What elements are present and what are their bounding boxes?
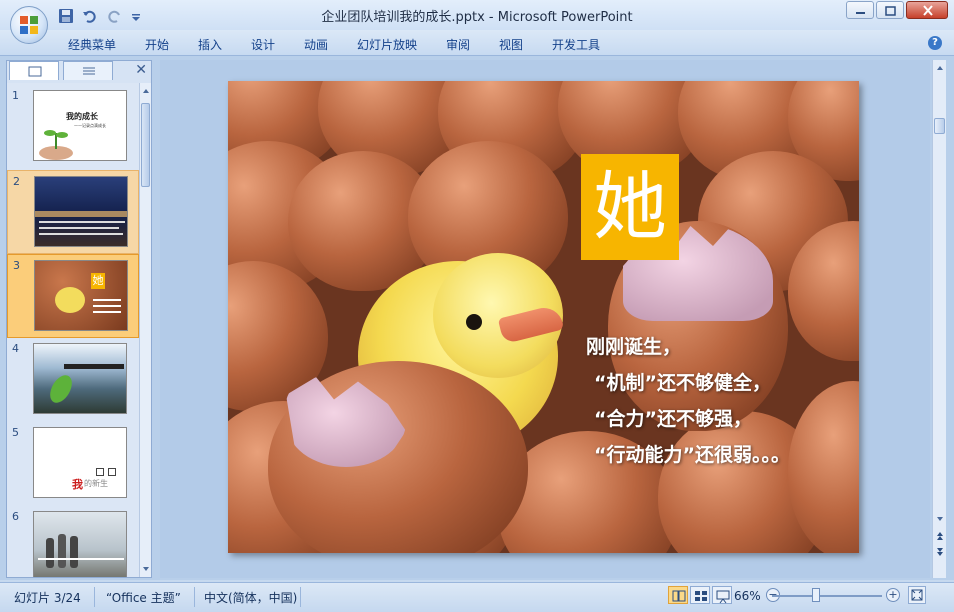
slide-preview — [33, 511, 127, 577]
tab-view[interactable]: 视图 — [499, 36, 523, 53]
language-indicator[interactable]: 中文(简体，中国) — [204, 589, 297, 606]
thumb-char: 她 — [91, 273, 105, 289]
zoom-in-icon[interactable]: + — [886, 588, 900, 602]
zoom-slider-knob[interactable] — [812, 588, 820, 602]
slide-thumbnail[interactable]: 1 我的成长 ——记录点滴成长 — [7, 85, 139, 169]
window-controls — [846, 1, 948, 19]
panel-tabs: ✕ — [7, 61, 151, 81]
scroll-down-icon[interactable] — [935, 514, 945, 524]
thumb-text-a: 我 — [72, 478, 83, 491]
status-separator — [300, 587, 301, 607]
outline-tab[interactable] — [63, 61, 113, 80]
zoom-level[interactable]: 66% — [734, 589, 761, 603]
scroll-down-icon[interactable] — [141, 564, 151, 574]
close-panel-icon[interactable]: ✕ — [135, 62, 147, 78]
slide-thumbnail[interactable]: 4 — [7, 338, 139, 422]
office-button[interactable] — [10, 6, 48, 44]
slide-number: 5 — [12, 426, 19, 439]
chick-eye — [466, 314, 482, 330]
tab-home[interactable]: 开始 — [145, 36, 169, 53]
window-title: 企业团队培训我的成长.pptx - Microsoft PowerPoint — [321, 10, 633, 25]
slide-thumbnail[interactable]: 2 — [7, 170, 139, 254]
slide-number: 1 — [12, 89, 19, 102]
slide-preview: 我的成长 ——记录点滴成长 — [33, 90, 127, 161]
slides-tab[interactable] — [9, 61, 59, 80]
restore-button[interactable] — [876, 1, 904, 19]
scroll-up-icon[interactable] — [141, 86, 151, 96]
slide-preview — [34, 176, 128, 247]
slides-panel: ✕ 1 我的成长 ——记录点滴成长 2 3 她 4 5 我 的新生 6 — [6, 60, 152, 578]
slide-line: 刚刚诞生， — [586, 336, 682, 358]
tab-slideshow[interactable]: 幻灯片放映 — [357, 36, 417, 53]
slide-thumbnail-list: 1 我的成长 ——记录点滴成长 2 3 她 4 5 我 的新生 6 — [7, 83, 139, 577]
slide-sorter-view-button[interactable] — [690, 586, 710, 604]
slide-thumbnail[interactable]: 3 她 — [7, 254, 139, 338]
slide-number: 2 — [13, 175, 20, 188]
slide-preview: 我 的新生 — [33, 427, 127, 498]
status-separator — [194, 587, 195, 607]
scroll-up-icon[interactable] — [935, 63, 945, 73]
minimize-button[interactable] — [846, 1, 874, 19]
zoom-slider[interactable] — [772, 595, 882, 597]
thumb-subtitle: ——记录点滴成长 — [74, 123, 106, 128]
slide-number: 3 — [13, 259, 20, 272]
scrollbar-thumb[interactable] — [934, 118, 945, 134]
slide-scrollbar[interactable] — [932, 60, 946, 578]
tab-review[interactable]: 审阅 — [446, 36, 470, 53]
office-logo-icon — [20, 16, 38, 34]
tab-developer[interactable]: 开发工具 — [552, 36, 600, 53]
fit-slide-icon[interactable] — [908, 586, 926, 604]
thumbnail-scrollbar[interactable] — [139, 83, 151, 577]
status-separator — [94, 587, 95, 607]
next-slide-icon[interactable] — [935, 546, 945, 558]
tab-design[interactable]: 设计 — [251, 36, 275, 53]
tab-insert[interactable]: 插入 — [198, 36, 222, 53]
title-bar: 企业团队培训我的成长.pptx - Microsoft PowerPoint — [0, 0, 954, 30]
slideshow-view-button[interactable] — [712, 586, 732, 604]
theme-name[interactable]: “Office 主题” — [106, 589, 181, 606]
scrollbar-thumb[interactable] — [141, 103, 150, 187]
slide-number: 6 — [12, 510, 19, 523]
slide-highlight-char[interactable]: 她 — [581, 154, 679, 260]
previous-slide-icon[interactable] — [935, 530, 945, 542]
status-bar: 幻灯片 3/24 “Office 主题” 中文(简体，中国) 66% − + — [0, 582, 954, 612]
slide-counter: 幻灯片 3/24 — [14, 591, 81, 605]
tab-animations[interactable]: 动画 — [304, 36, 328, 53]
slide-line: “机制”还不够健全， — [594, 372, 771, 394]
slide-line: “合力”还不够强， — [594, 408, 752, 430]
current-slide[interactable]: 她 刚刚诞生， “机制”还不够健全， “合力”还不够强， “行动能力”还很弱。。… — [228, 81, 859, 553]
help-icon[interactable]: ? — [928, 36, 942, 50]
ribbon-tab-bar: 经典菜单 开始 插入 设计 动画 幻灯片放映 审阅 视图 开发工具 ? — [0, 30, 954, 56]
slide-number: 4 — [12, 342, 19, 355]
tab-classic-menu[interactable]: 经典菜单 — [68, 36, 116, 53]
slide-text-box[interactable]: 刚刚诞生， “机制”还不够健全， “合力”还不够强， “行动能力”还很弱。。。 — [586, 329, 790, 473]
close-button[interactable] — [906, 1, 948, 19]
slide-preview: 她 — [34, 260, 128, 331]
slide-thumbnail[interactable]: 6 — [7, 506, 139, 577]
slide-preview — [33, 343, 127, 414]
sprout-hands-icon — [39, 130, 73, 160]
slide-thumbnail[interactable]: 5 我 的新生 — [7, 422, 139, 506]
thumb-text-b: 的新生 — [84, 479, 108, 488]
normal-view-button[interactable] — [668, 586, 688, 604]
slide-line: “行动能力”还很弱。。。 — [594, 444, 790, 466]
